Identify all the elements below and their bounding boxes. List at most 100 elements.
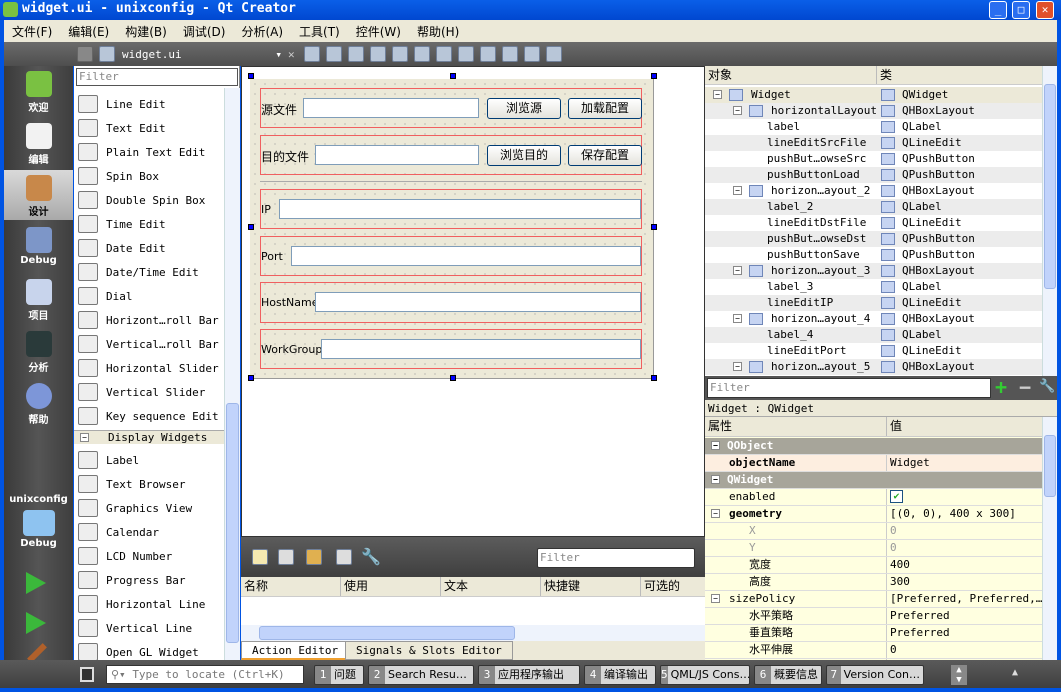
tree-row[interactable]: lineEditPort QLineEdit bbox=[705, 343, 1042, 359]
tree-row[interactable]: lineEditIP QLineEdit bbox=[705, 295, 1042, 311]
save-config-button[interactable]: 保存配置 bbox=[568, 145, 642, 166]
collapse-icon[interactable]: − bbox=[733, 186, 742, 195]
widget-item[interactable]: Date/Time Edit bbox=[78, 260, 224, 284]
property-row[interactable]: objectName Widget bbox=[705, 455, 1042, 472]
widget-item[interactable]: Text Browser bbox=[78, 472, 224, 496]
tree-row[interactable]: − horizon…ayout_5 QHBoxLayout bbox=[705, 359, 1042, 375]
menu-item[interactable]: 工具(T) bbox=[291, 23, 348, 40]
remove-property-icon[interactable]: − bbox=[1019, 376, 1031, 398]
new-action-icon[interactable] bbox=[252, 549, 268, 565]
add-property-icon[interactable]: + bbox=[995, 376, 1007, 398]
horizontal-layout-2[interactable]: 目的文件 浏览目的 保存配置 bbox=[260, 135, 642, 175]
column-header[interactable]: 名称 bbox=[241, 577, 341, 596]
widget-item[interactable]: Label bbox=[78, 448, 224, 472]
widget-item[interactable]: Time Edit bbox=[78, 212, 224, 236]
delete-action-icon[interactable] bbox=[336, 549, 352, 565]
edit-buddies-icon[interactable] bbox=[347, 46, 364, 62]
tree-row[interactable]: pushButtonSave QPushButton bbox=[705, 247, 1042, 263]
property-group[interactable]: − QWidget bbox=[705, 472, 1042, 489]
ip-input[interactable] bbox=[279, 199, 641, 219]
resize-handle[interactable] bbox=[651, 73, 657, 79]
widget-filter-input[interactable]: Filter bbox=[76, 68, 238, 86]
maximize-output-button[interactable]: ▲ bbox=[1012, 667, 1018, 678]
property-group[interactable]: − QObject bbox=[705, 438, 1042, 455]
tree-row[interactable]: label QLabel bbox=[705, 119, 1042, 135]
maximize-button[interactable]: □ bbox=[1012, 1, 1030, 19]
mode-design-brush[interactable]: 设计 bbox=[4, 170, 73, 220]
column-header[interactable]: 类 bbox=[877, 66, 1049, 84]
menu-item[interactable]: 编辑(E) bbox=[60, 23, 117, 40]
widget-item[interactable]: Plain Text Edit bbox=[78, 140, 224, 164]
lock-icon[interactable] bbox=[77, 46, 93, 62]
resize-handle[interactable] bbox=[450, 73, 456, 79]
mode-folder[interactable]: 项目 bbox=[4, 274, 73, 324]
tree-row[interactable]: pushBut…owseSrc QPushButton bbox=[705, 151, 1042, 167]
close-file-icon[interactable]: ✕ bbox=[288, 48, 295, 61]
widget-item[interactable]: Horizontal Line bbox=[78, 592, 224, 616]
menu-item[interactable]: 构建(B) bbox=[117, 23, 175, 40]
widget-item[interactable]: Horizont…roll Bar bbox=[78, 308, 224, 332]
tree-row[interactable]: pushBut…owseDst QPushButton bbox=[705, 231, 1042, 247]
widget-item[interactable]: Key sequence Edit bbox=[78, 404, 224, 428]
collapse-icon[interactable]: − bbox=[80, 433, 89, 442]
widget-item[interactable]: LCD Number bbox=[78, 544, 224, 568]
collapse-icon[interactable]: − bbox=[711, 594, 720, 603]
tree-row[interactable]: label_3 QLabel bbox=[705, 279, 1042, 295]
tree-row[interactable]: label_4 QLabel bbox=[705, 327, 1042, 343]
widget-item[interactable]: Vertical…roll Bar bbox=[78, 332, 224, 356]
open-file-combo[interactable]: widget.ui ▾ bbox=[122, 48, 282, 61]
mode-qt-logo[interactable]: 欢迎 bbox=[4, 66, 73, 116]
property-row[interactable]: 高度 300 bbox=[705, 574, 1042, 591]
output-pane-button[interactable]: 2 Search Resu… bbox=[368, 665, 474, 685]
tab-action-editor[interactable]: Action Editor bbox=[241, 641, 350, 660]
tree-row[interactable]: − horizontalLayout QHBoxLayout bbox=[705, 103, 1042, 119]
layout-grid-icon[interactable] bbox=[501, 46, 518, 62]
output-pane-button[interactable]: 1 问题 bbox=[314, 665, 364, 685]
action-filter-input[interactable]: Filter bbox=[537, 548, 695, 568]
scrollbar-thumb[interactable] bbox=[1044, 435, 1056, 497]
scrollbar-thumb[interactable] bbox=[259, 626, 515, 640]
layout-form-icon[interactable] bbox=[479, 46, 496, 62]
paste-action-icon[interactable] bbox=[306, 549, 322, 565]
load-config-button[interactable]: 加载配置 bbox=[568, 98, 642, 119]
widget-item[interactable]: Calendar bbox=[78, 520, 224, 544]
menu-item[interactable]: 帮助(H) bbox=[409, 23, 467, 40]
column-header[interactable]: 文本 bbox=[441, 577, 541, 596]
object-tree-scrollbar[interactable] bbox=[1042, 66, 1057, 376]
output-pane-button[interactable]: 5 QML/JS Cons… bbox=[660, 665, 750, 685]
output-pane-button[interactable]: 7 Version Con… bbox=[826, 665, 924, 685]
locator-input[interactable]: ⚲▾ Type to locate (Ctrl+K) bbox=[106, 665, 304, 684]
horizontal-layout-6[interactable]: WorkGroup bbox=[260, 329, 642, 369]
collapse-icon[interactable]: − bbox=[711, 509, 720, 518]
column-header[interactable]: 属性 bbox=[705, 417, 887, 436]
menu-item[interactable]: 文件(F) bbox=[4, 23, 60, 40]
horizontal-layout-5[interactable]: HostName bbox=[260, 282, 642, 323]
horizontal-layout-4[interactable]: Port bbox=[260, 236, 642, 276]
resize-handle[interactable] bbox=[450, 375, 456, 381]
collapse-icon[interactable]: − bbox=[733, 106, 742, 115]
tree-row[interactable]: lineEditDstFile QLineEdit bbox=[705, 215, 1042, 231]
debug-run-button[interactable] bbox=[26, 612, 46, 634]
menu-item[interactable]: 分析(A) bbox=[233, 23, 291, 40]
tree-row[interactable]: − horizon…ayout_2 QHBoxLayout bbox=[705, 183, 1042, 199]
property-row[interactable]: Y0 bbox=[705, 540, 1042, 557]
edit-tab-order-icon[interactable] bbox=[369, 46, 386, 62]
property-row[interactable]: − geometry [(0, 0), 400 x 300] bbox=[705, 506, 1042, 523]
menu-item[interactable]: 调试(D) bbox=[175, 23, 234, 40]
tree-row[interactable]: lineEditSrcFile QLineEdit bbox=[705, 135, 1042, 151]
widget-item[interactable]: Vertical Slider bbox=[78, 380, 224, 404]
copy-action-icon[interactable] bbox=[278, 549, 294, 565]
layout-horizontal-icon[interactable] bbox=[391, 46, 408, 62]
layout-vertical-icon[interactable] bbox=[413, 46, 430, 62]
column-header[interactable]: 对象 bbox=[705, 66, 877, 84]
widget-category[interactable]: Display Widgets − bbox=[74, 430, 224, 444]
horizontal-layout-1[interactable]: 源文件 浏览源 加载配置 bbox=[260, 88, 642, 128]
browse-dest-button[interactable]: 浏览目的 bbox=[487, 145, 561, 166]
edit-widgets-icon[interactable] bbox=[303, 46, 320, 62]
close-window-button[interactable]: ✕ bbox=[1036, 1, 1054, 19]
mode-oscilloscope[interactable]: 分析 bbox=[4, 326, 73, 376]
mode-document[interactable]: 编辑 bbox=[4, 118, 73, 168]
output-pane-button[interactable]: 4 编译输出 bbox=[584, 665, 656, 685]
column-header[interactable]: 使用 bbox=[341, 577, 441, 596]
workgroup-input[interactable] bbox=[321, 339, 641, 359]
